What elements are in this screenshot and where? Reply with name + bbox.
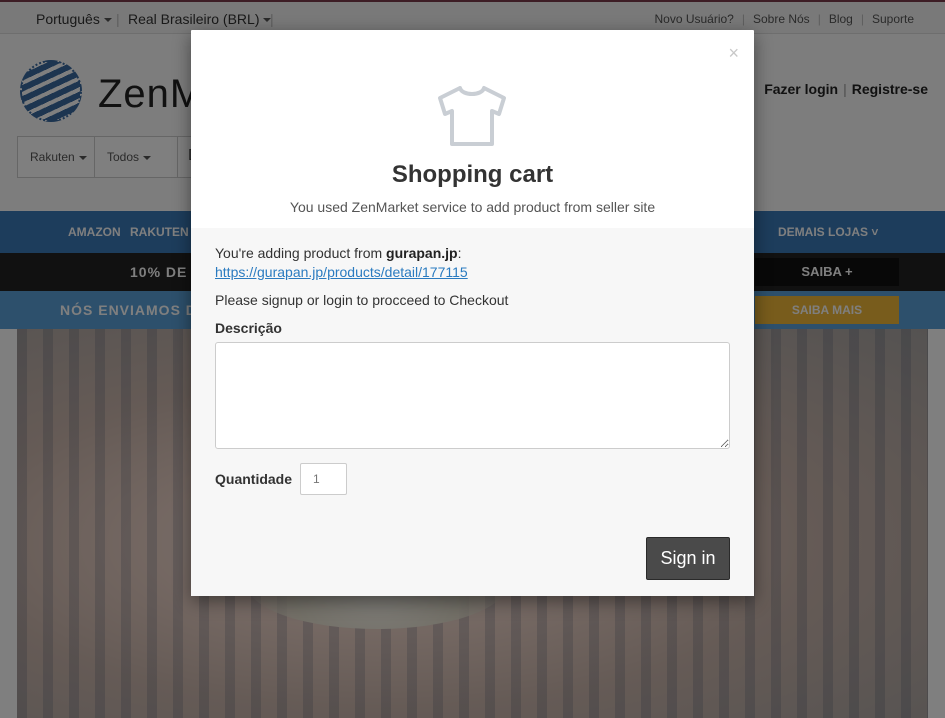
modal-body: You're adding product from gurapan.jp: h…	[191, 228, 754, 596]
adding-prefix: You're adding product from	[215, 245, 387, 261]
seller-name: gurapan.jp	[386, 245, 458, 261]
description-label: Descrição	[215, 320, 282, 336]
modal-title: Shopping cart	[391, 161, 554, 188]
modal-subtitle: You used ZenMarket service to add produc…	[289, 199, 656, 215]
product-url-link[interactable]: https://gurapan.jp/products/detail/17711…	[215, 264, 468, 280]
sign-in-button[interactable]: Sign in	[646, 537, 730, 580]
quantity-field[interactable]	[300, 463, 347, 495]
login-prompt: Please signup or login to procceed to Ch…	[215, 292, 509, 308]
shopping-cart-modal: × Shopping cart You used ZenMarket servi…	[191, 30, 754, 596]
tshirt-icon	[438, 86, 506, 146]
close-icon[interactable]: ×	[728, 44, 739, 62]
adding-product-text: You're adding product from gurapan.jp:	[215, 245, 462, 261]
quantity-label: Quantidade	[215, 471, 293, 487]
description-field[interactable]	[215, 342, 730, 449]
adding-suffix: :	[457, 245, 462, 261]
